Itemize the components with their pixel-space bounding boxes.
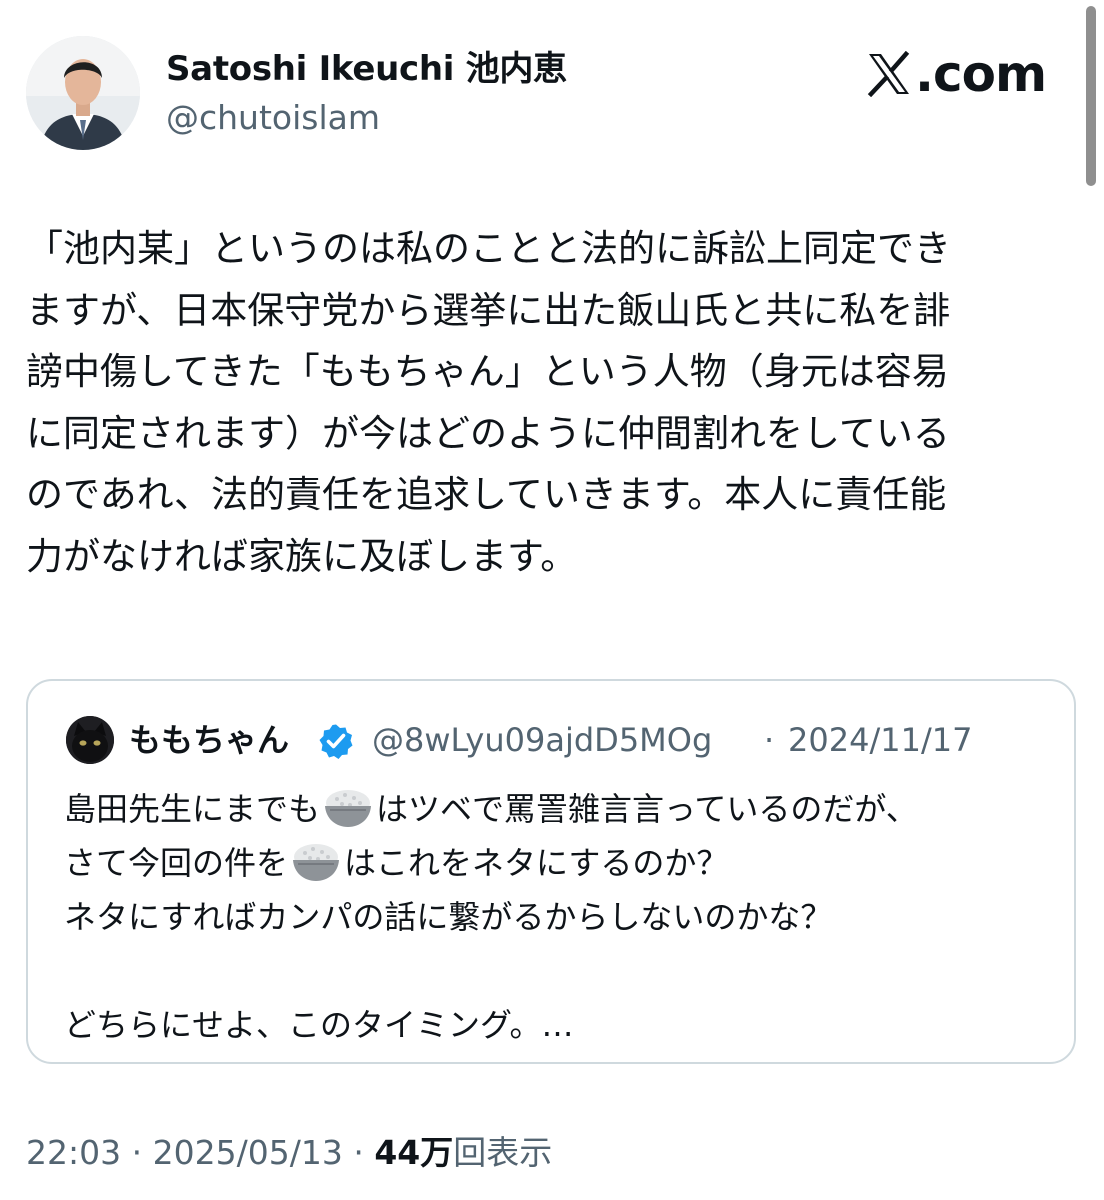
- rice-bowl-icon: [293, 844, 340, 881]
- tweet-text: 「池内某」というのは私のことと法的に訴訟上同定でき ますが、日本保守党から選挙に…: [26, 218, 1086, 587]
- post-date[interactable]: 2025/05/13: [153, 1133, 343, 1172]
- quoted-text-line: 島田先生にまでも はツベで罵詈雑言言っているのだが、: [64, 782, 918, 836]
- scrollbar[interactable]: [1086, 6, 1096, 186]
- quoted-text-line: さて今回の件を はこれをネタにするのか？: [64, 836, 918, 890]
- quoted-blank-line: [64, 944, 918, 998]
- rice-bowl-icon: [325, 790, 372, 827]
- quoted-text-line: ネタにすればカンパの話に繋がるからしないのかな？: [64, 898, 833, 936]
- x-logo-icon: [867, 51, 910, 97]
- tweet-text-line: 「池内某」というのは私のことと法的に訴訟上同定でき: [26, 227, 951, 270]
- quoted-text-line: どちらにせよ、このタイミング。…: [64, 1006, 574, 1044]
- meta-separator: ·: [131, 1133, 143, 1172]
- quoted-text-segment: はツベで罵詈雑言言っているのだが、: [376, 790, 918, 828]
- tweet-text-line: ますが、日本保守党から選挙に出た飯山氏と共に私を誹: [26, 288, 951, 332]
- author-display-name[interactable]: Satoshi Ikeuchi 池内恵: [166, 47, 567, 91]
- quoted-text-segment: さて今回の件を: [64, 844, 289, 882]
- meta-separator: ·: [353, 1133, 364, 1172]
- author-handle[interactable]: @chutoislam: [166, 97, 380, 139]
- tweet-text-line: 力がなければ家族に及ぼします。: [26, 534, 578, 578]
- quoted-tweet-text: 島田先生にまでも はツベで罵詈雑言言っているのだが、 さて今回の件を はこれをネ…: [64, 782, 918, 1052]
- quoted-date[interactable]: 2024/11/17: [788, 719, 972, 761]
- quoted-display-name[interactable]: ももちゃん: [129, 719, 289, 761]
- tweet-text-line: 謗中傷してきた「ももちゃん」という人物（身元は容易: [26, 350, 949, 393]
- views-count: 44万: [374, 1133, 454, 1172]
- post-time[interactable]: 22:03: [26, 1133, 121, 1172]
- quoted-text-segment: はこれをネタにするのか？: [344, 844, 729, 882]
- tweet-text-line: のであれ、法的責任を追求していきます。本人に責任能: [26, 473, 947, 516]
- quoted-author-avatar[interactable]: [66, 716, 114, 764]
- quoted-text-segment: 島田先生にまでも: [64, 790, 321, 828]
- tweet-metadata: 22:03 · 2025/05/13 · 44万回表示: [26, 1130, 552, 1176]
- tweet-text-line: に同定されます）が今はどのように仲間割れをしている: [26, 411, 950, 455]
- verified-badge-icon: [319, 724, 353, 759]
- quoted-tweet-card[interactable]: ももちゃん @8wLyu09ajdD5MOg · 2024/11/17 島田先生…: [26, 679, 1076, 1064]
- views-label: 回表示: [453, 1133, 553, 1172]
- brand-text: .com: [915, 45, 1047, 103]
- brand-watermark: .com: [866, 44, 1047, 104]
- quoted-separator: ·: [764, 721, 775, 759]
- author-avatar[interactable]: [26, 36, 140, 150]
- tweet-screenshot: Satoshi Ikeuchi 池内恵 @chutoislam .com 「池内…: [0, 0, 1104, 1200]
- quoted-handle[interactable]: @8wLyu09ajdD5MOg: [372, 719, 712, 761]
